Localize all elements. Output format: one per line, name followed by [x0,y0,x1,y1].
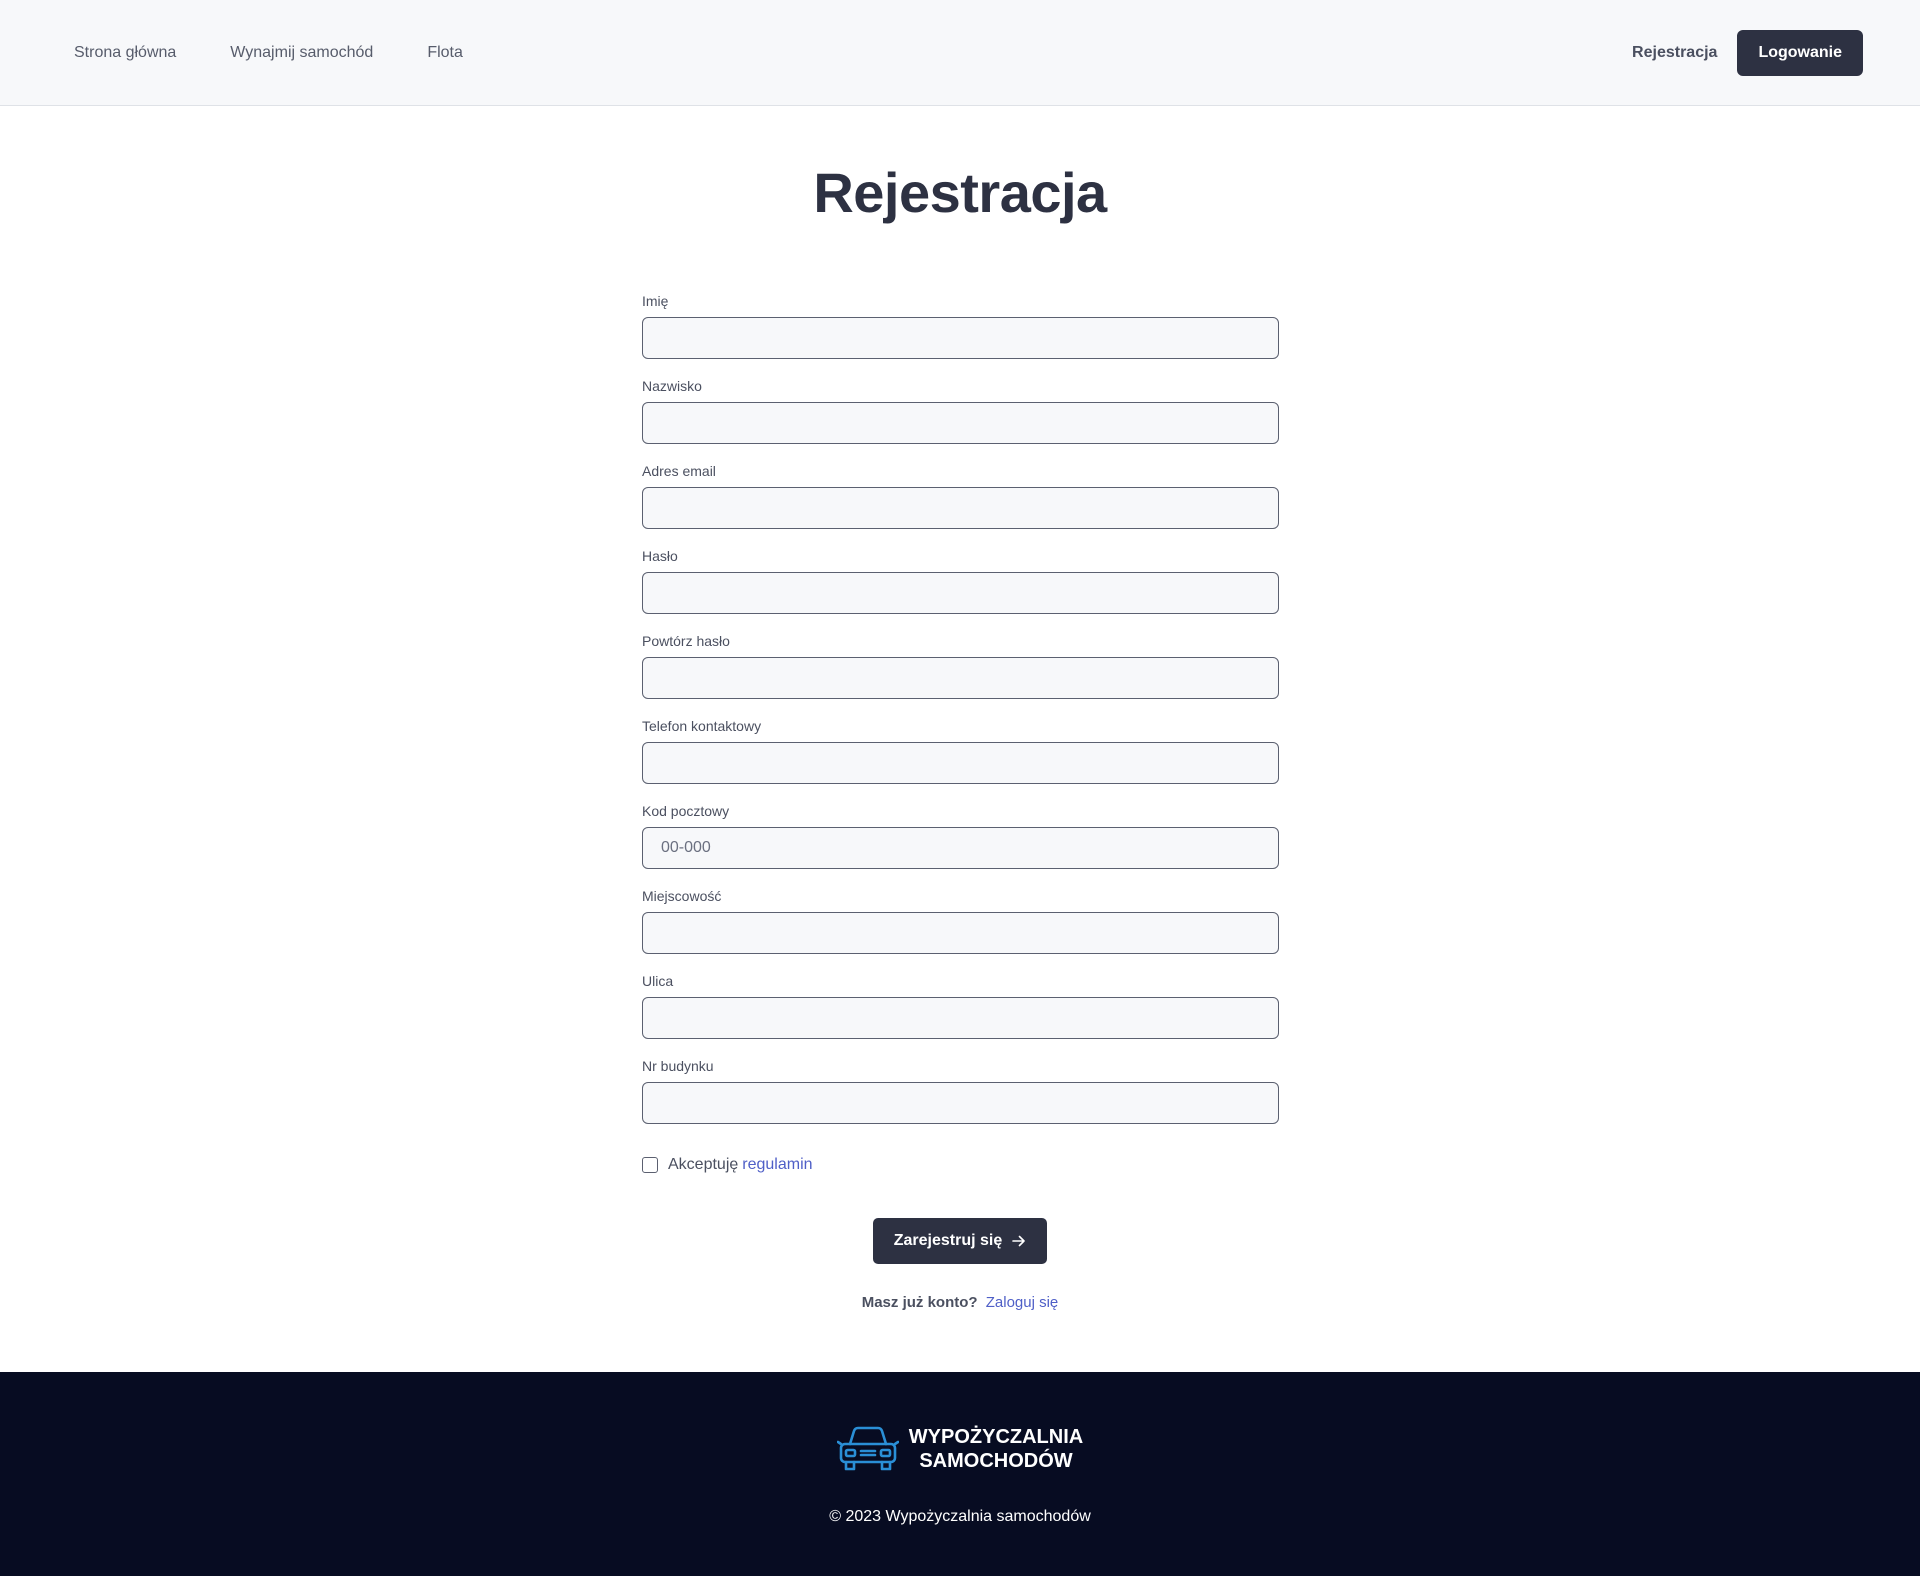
nav-link-rent-car[interactable]: Wynajmij samochód [230,44,373,62]
arrow-right-icon [1012,1235,1026,1247]
street-label: Ulica [642,973,674,989]
last-name-field-group: Nazwisko [642,376,1279,461]
main-nav: Strona główna Wynajmij samochód Flota [74,0,517,106]
phone-label: Telefon kontaktowy [642,718,762,734]
email-label: Adres email [642,463,716,479]
repeat-password-field-group: Powtórz hasło [642,631,1279,716]
login-link[interactable]: Zaloguj się [986,1294,1059,1311]
phone-input[interactable] [642,742,1279,784]
nav-link-home[interactable]: Strona główna [74,44,176,62]
building-number-input[interactable] [642,1082,1279,1124]
email-field-group: Adres email [642,461,1279,546]
repeat-password-label: Powtórz hasło [642,633,730,649]
login-prompt: Masz już konto? Zaloguj się [0,1294,1920,1311]
street-field-group: Ulica [642,971,1279,1056]
auth-nav: Rejestracja Logowanie [1632,30,1863,76]
last-name-label: Nazwisko [642,378,702,394]
terms-link[interactable]: regulamin [742,1156,812,1174]
repeat-password-input[interactable] [642,657,1279,699]
login-question: Masz już konto? [861,1294,978,1311]
footer-brand: WYPOŻYCZALNIA SAMOCHODÓW [0,1424,1920,1474]
password-label: Hasło [642,548,678,564]
register-submit-button[interactable]: Zarejestruj się [873,1218,1047,1264]
brand-line-2: SAMOCHODÓW [919,1450,1073,1472]
building-number-label: Nr budynku [642,1058,714,1074]
password-input[interactable] [642,572,1279,614]
footer: WYPOŻYCZALNIA SAMOCHODÓW © 2023 Wypożycz… [0,1372,1920,1576]
building-number-field-group: Nr budynku [642,1056,1279,1141]
phone-field-group: Telefon kontaktowy [642,716,1279,801]
last-name-input[interactable] [642,402,1279,444]
register-submit-label: Zarejestruj się [893,1232,1003,1249]
email-input[interactable] [642,487,1279,529]
nav-link-fleet[interactable]: Flota [427,44,463,62]
terms-row: Akceptuję regulamin [642,1156,813,1174]
login-button[interactable]: Logowanie [1737,30,1863,76]
password-field-group: Hasło [642,546,1279,631]
copyright: © 2023 Wypożyczalnia samochodów [829,1508,1091,1525]
first-name-label: Imię [642,293,669,309]
first-name-input[interactable] [642,317,1279,359]
brand-name: WYPOŻYCZALNIA SAMOCHODÓW [909,1425,1083,1473]
terms-label: Akceptuję [668,1156,739,1173]
postal-code-label: Kod pocztowy [642,803,730,819]
terms-checkbox[interactable] [642,1157,658,1173]
car-icon [836,1426,899,1471]
first-name-field-group: Imię [642,291,1279,376]
street-input[interactable] [642,997,1279,1039]
brand-line-1: WYPOŻYCZALNIA [908,1426,1084,1448]
nav-register-link[interactable]: Rejestracja [1632,44,1717,62]
registration-form: Imię Nazwisko Adres email Hasło Powtórz … [642,291,1279,1141]
city-input[interactable] [642,912,1279,954]
city-label: Miejscowość [642,888,722,904]
top-navbar: Strona główna Wynajmij samochód Flota Re… [0,0,1920,106]
postal-code-input[interactable] [642,827,1279,869]
page-title: Rejestracja [813,161,1107,224]
city-field-group: Miejscowość [642,886,1279,971]
postal-code-field-group: Kod pocztowy [642,801,1279,886]
